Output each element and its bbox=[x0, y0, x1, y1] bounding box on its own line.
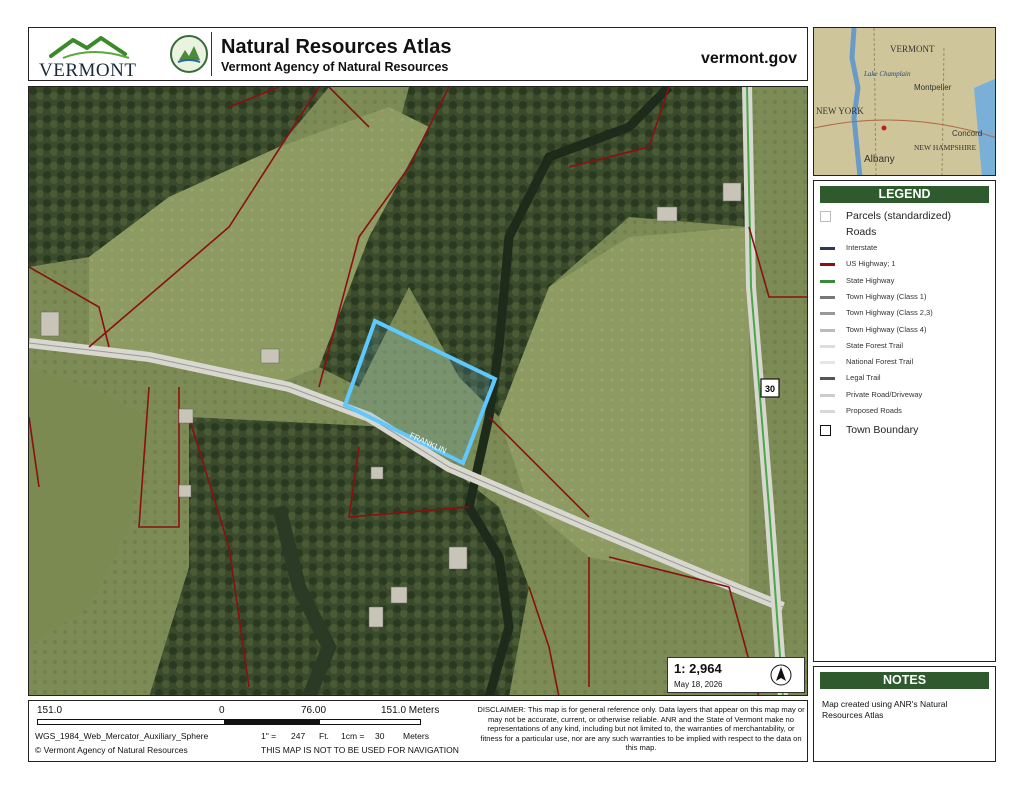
notes-panel: NOTES Map created using ANR's Natural Re… bbox=[813, 666, 996, 762]
legend-road-label: Town Highway (Class 1) bbox=[846, 291, 927, 301]
legend-road-swatch bbox=[820, 377, 835, 381]
inch-value: 247 bbox=[291, 731, 306, 741]
route-number: 30 bbox=[765, 384, 775, 394]
north-arrow-icon bbox=[770, 664, 792, 686]
locator-label: Lake Champlain bbox=[863, 70, 911, 78]
page-title: Natural Resources Atlas bbox=[221, 36, 452, 58]
legend-road-label: State Forest Trail bbox=[846, 340, 904, 350]
copyright-text: © Vermont Agency of Natural Resources bbox=[35, 745, 188, 755]
website-link[interactable]: vermont.gov bbox=[701, 50, 797, 68]
locator-label: NEW HAMPSHIRE bbox=[914, 143, 977, 152]
header-divider bbox=[211, 32, 212, 76]
legend-road-swatch bbox=[820, 247, 835, 250]
legend-road-swatch bbox=[820, 279, 835, 283]
legend-road-label: Legal Trail bbox=[846, 373, 881, 383]
scale-ratio-box: 1: 2,964 May 18, 2026 bbox=[667, 657, 805, 693]
vermont-logo: VERMONT bbox=[33, 32, 161, 81]
legend-road-swatch bbox=[820, 263, 835, 267]
legend-road-swatch bbox=[820, 344, 835, 348]
locator-label: VERMONT bbox=[890, 44, 935, 54]
legend-road-label: State Highway bbox=[846, 275, 895, 285]
projection-text: WGS_1984_Web_Mercator_Auxiliary_Sphere bbox=[35, 731, 209, 741]
locator-label: NEW YORK bbox=[816, 106, 864, 116]
legend-road-swatch bbox=[820, 312, 835, 316]
notes-title: NOTES bbox=[820, 672, 989, 689]
scale-bar bbox=[37, 719, 421, 725]
aerial-map[interactable]: 30 FRANKLIN 1: 2,964 May 18, 2026 bbox=[28, 86, 808, 696]
scale-right: 151.0 Meters bbox=[381, 705, 440, 716]
scale-ratio: 1: 2,964 bbox=[674, 661, 722, 676]
legend-road-swatch bbox=[820, 295, 835, 299]
locator-label: Montpelier bbox=[914, 83, 952, 92]
legend-road-label: National Forest Trail bbox=[846, 357, 914, 367]
scale-zero: 0 bbox=[219, 705, 225, 716]
logo-wordmark: VERMONT bbox=[39, 60, 137, 81]
navigation-warning: THIS MAP IS NOT TO BE USED FOR NAVIGATIO… bbox=[261, 745, 459, 755]
legend-road-label: Town Highway (Class 4) bbox=[846, 324, 927, 334]
scale-left: 151.0 bbox=[37, 705, 63, 716]
parcel-swatch bbox=[820, 211, 831, 222]
legend-roads-title: Roads bbox=[846, 226, 877, 238]
page-subtitle: Vermont Agency of Natural Resources bbox=[221, 60, 449, 74]
inch-unit: Ft. bbox=[319, 731, 329, 741]
legend-road-swatch bbox=[820, 361, 835, 365]
scale-mid: 76.00 bbox=[301, 705, 327, 716]
legend-parcels: Parcels (standardized) bbox=[846, 210, 952, 222]
legend-town-boundary: Town Boundary bbox=[846, 424, 919, 436]
locator-label: Albany bbox=[864, 154, 895, 165]
route-shield-icon: 30 bbox=[760, 378, 780, 398]
legend-road-label: Proposed Roads bbox=[846, 406, 902, 415]
cm-value: 30 bbox=[375, 731, 385, 741]
inch-label: 1" = bbox=[261, 731, 277, 741]
legend-panel: LEGEND Parcels (standardized) Roads Inte… bbox=[813, 180, 996, 662]
cm-label: 1cm = bbox=[341, 731, 365, 741]
legend-title: LEGEND bbox=[820, 186, 989, 203]
locator-map: VERMONT Lake Champlain Montpelier NEW YO… bbox=[813, 27, 996, 176]
map-date: May 18, 2026 bbox=[674, 680, 723, 689]
legend-road-swatch bbox=[820, 328, 835, 332]
anr-seal-icon bbox=[169, 34, 209, 74]
cm-unit: Meters bbox=[403, 731, 429, 741]
town-boundary-swatch bbox=[820, 425, 831, 436]
legend-road-label: US Highway; 1 bbox=[846, 259, 896, 269]
legend-road-label: Interstate bbox=[846, 243, 878, 252]
legend-road-swatch bbox=[820, 393, 835, 397]
notes-text: Map created using ANR's Natural Resource… bbox=[822, 699, 948, 720]
legend-road-label: Private Road/Driveway bbox=[846, 389, 923, 399]
legend-road-swatch bbox=[820, 410, 835, 413]
legend-road-label: Town Highway (Class 2,3) bbox=[846, 308, 933, 318]
disclaimer-text: DISCLAIMER: This map is for general refe… bbox=[477, 705, 805, 753]
map-header: VERMONT Natural Resources Atlas Vermont … bbox=[28, 27, 808, 81]
locator-label: Concord bbox=[952, 129, 982, 138]
map-footer: 151.0 0 76.00 151.0 Meters WGS_1984_Web_… bbox=[28, 700, 808, 762]
